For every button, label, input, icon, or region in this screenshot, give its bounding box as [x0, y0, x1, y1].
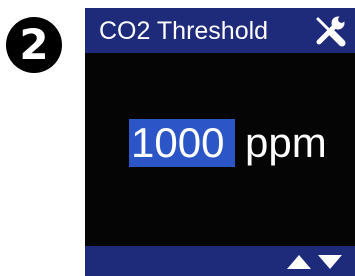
title-bar: CO2 Threshold: [85, 8, 355, 53]
wrench-screwdriver-icon: [316, 16, 346, 47]
threshold-unit: ppm: [245, 119, 327, 166]
navigation-bar: [85, 246, 355, 276]
threshold-value[interactable]: 1000: [131, 118, 224, 168]
step-number-badge: 2: [6, 17, 62, 73]
down-arrow-icon[interactable]: [318, 255, 342, 269]
screen-title: CO2 Threshold: [99, 17, 269, 45]
up-arrow-icon[interactable]: [287, 255, 311, 269]
threshold-value-row: 1000 ppm: [85, 116, 355, 170]
device-screen: CO2 Threshold 1000 ppm: [85, 8, 355, 276]
